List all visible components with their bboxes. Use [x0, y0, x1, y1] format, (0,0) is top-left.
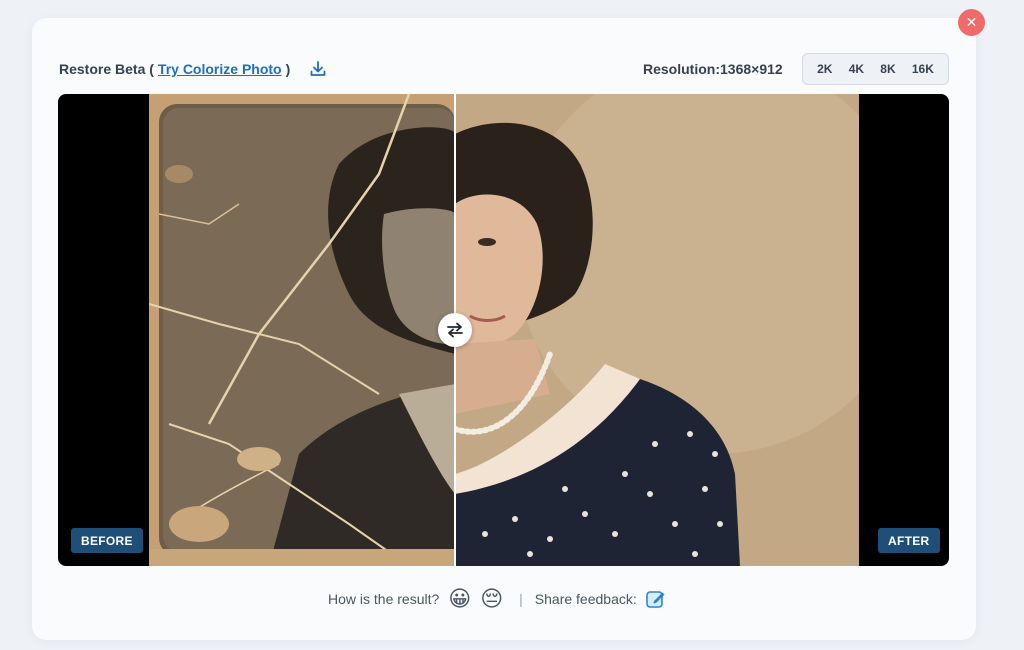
resolution-label: Resolution:1368×912 [643, 61, 783, 77]
before-badge: BEFORE [71, 528, 143, 553]
before-photo [149, 94, 455, 566]
close-icon: ✕ [965, 14, 978, 30]
feedback-separator: | [519, 591, 523, 607]
restore-title: Restore Beta ( Try Colorize Photo ) [59, 61, 290, 77]
colorize-photo-link[interactable]: Try Colorize Photo [158, 61, 282, 77]
after-photo [455, 94, 859, 566]
happy-emoji-button[interactable]: 😀 [448, 588, 471, 610]
after-badge: AFTER [878, 528, 940, 553]
resolution-2k-button[interactable]: 2K [813, 59, 836, 79]
resolution-4k-button[interactable]: 4K [845, 59, 868, 79]
comparison-viewer: BEFORE AFTER [58, 94, 949, 566]
download-icon[interactable] [308, 59, 328, 79]
sad-emoji-button[interactable]: 😔 [480, 588, 503, 610]
close-button[interactable]: ✕ [958, 9, 985, 36]
edit-feedback-icon[interactable] [645, 588, 667, 610]
share-feedback-label: Share feedback: [534, 591, 637, 607]
resolution-selector: 2K 4K 8K 16K [802, 53, 949, 85]
swap-icon [447, 322, 463, 338]
comparison-slider-handle[interactable] [438, 313, 472, 347]
resolution-16k-button[interactable]: 16K [908, 59, 938, 79]
feedback-bar: How is the result? 😀 😔 | Share feedback: [328, 585, 667, 613]
resolution-8k-button[interactable]: 8K [876, 59, 899, 79]
close-paren: ) [285, 61, 291, 77]
feedback-question: How is the result? [328, 591, 440, 607]
restore-label: Restore Beta ( [59, 61, 154, 77]
